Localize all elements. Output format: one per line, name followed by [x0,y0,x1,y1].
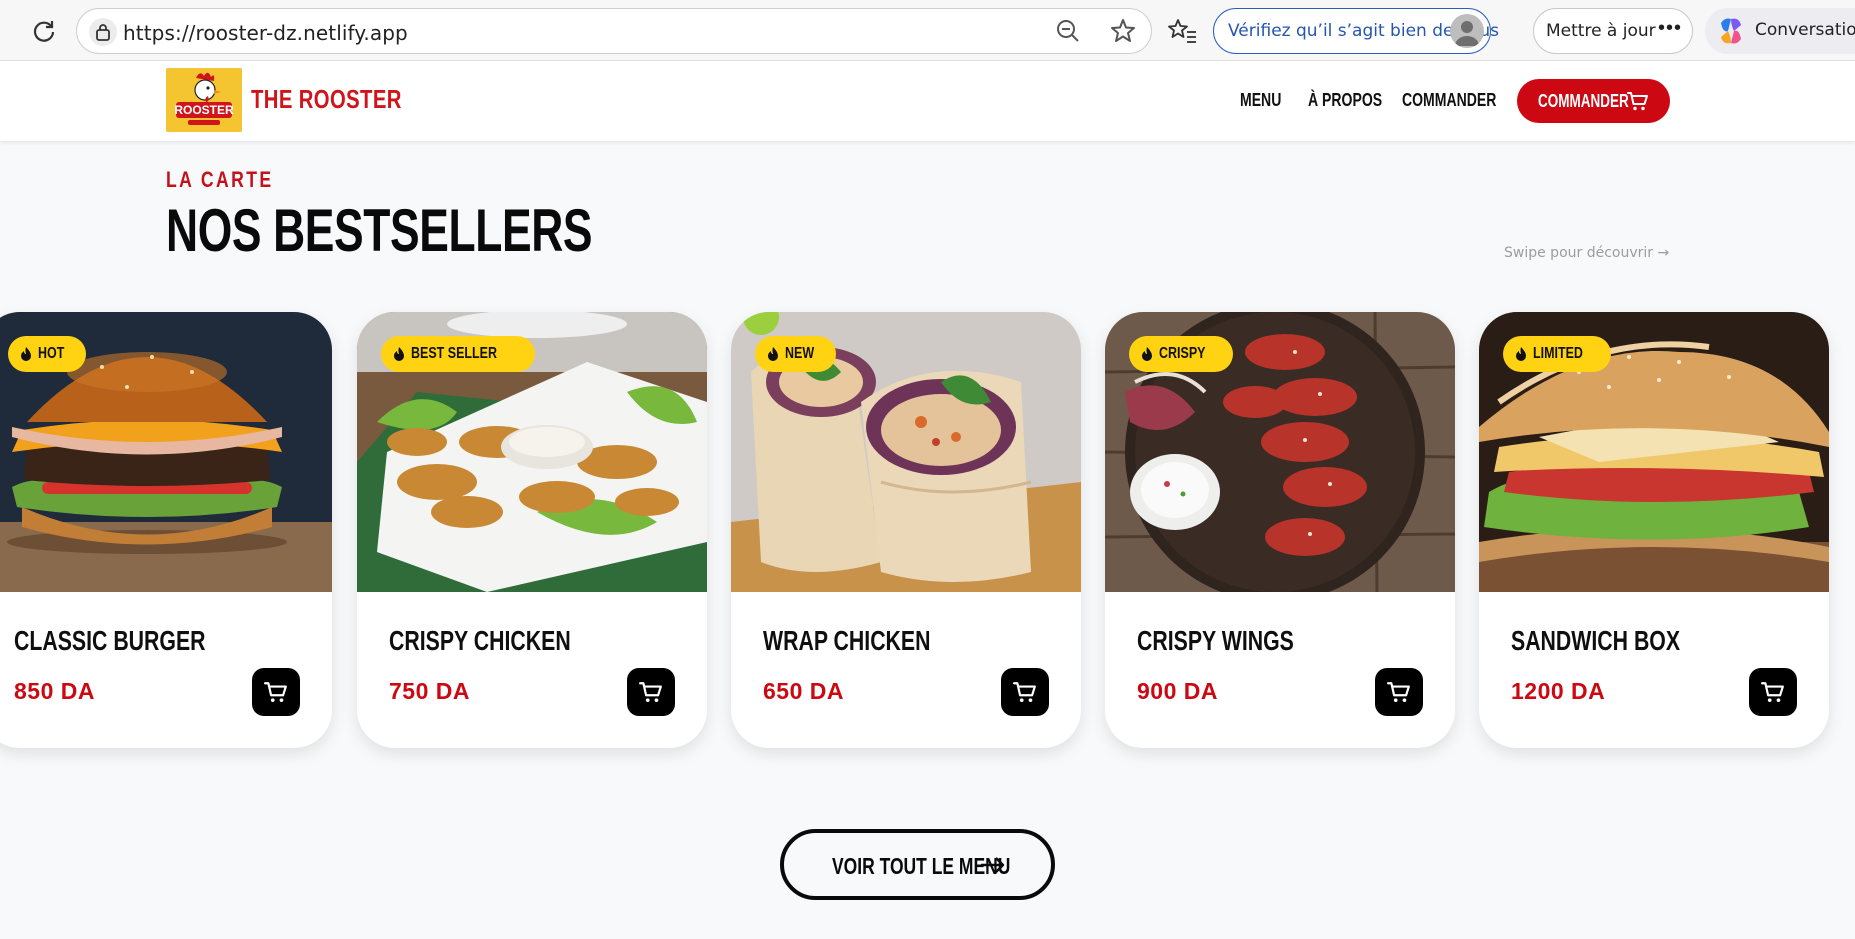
badge-label: BEST SELLER [411,345,497,362]
add-to-cart-button[interactable] [1001,668,1049,716]
update-label: Mettre à jour [1546,21,1656,41]
cart-icon [264,682,287,703]
profile-avatar-icon [1450,14,1484,48]
product-card[interactable]: BEST SELLER CRISPY CHICKEN 750 DA [357,312,707,748]
product-card[interactable]: HOT CLASSIC BURGER 850 DA [0,312,332,748]
add-to-cart-button[interactable] [1749,668,1797,716]
refresh-icon[interactable] [30,17,58,45]
flame-icon [21,346,31,361]
nav-about-link[interactable]: À PROPOS [1308,90,1382,111]
cart-icon [1761,682,1784,703]
badge-label: LIMITED [1533,345,1583,362]
browser-toolbar: https://rooster-dz.netlify.app Vérifiez … [0,0,1855,61]
product-price: 650 DA [763,678,844,704]
product-badge: HOT [8,336,86,372]
flame-icon [394,346,404,361]
product-name: CRISPY WINGS [1137,625,1294,656]
verify-identity-button[interactable]: Vérifiez qu’il s’agit bien de vous [1213,8,1499,54]
cart-icon [1013,682,1036,703]
swipe-hint: Swipe pour découvrir → [1504,245,1670,261]
nav-menu-link[interactable]: MENU [1240,90,1281,111]
product-name: CRISPY CHICKEN [389,625,571,656]
add-to-cart-button[interactable] [627,668,675,716]
product-card[interactable]: CRISPY CRISPY WINGS 900 DA [1105,312,1455,748]
view-full-menu-button[interactable]: VOIR TOUT LE MENU [780,829,1055,900]
flame-icon [1142,346,1152,361]
product-card[interactable]: LIMITED SANDWICH BOX 1200 DA [1479,312,1829,748]
nav-order-link[interactable]: COMMANDER [1402,90,1496,111]
add-to-cart-button[interactable] [1375,668,1423,716]
copilot-icon [1715,15,1747,47]
flame-icon [768,346,778,361]
copilot-button[interactable]: Conversation [1705,8,1855,54]
site-header: ROOSTER THE ROOSTER MENU À PROPOS COMMAN… [0,61,1855,141]
favorite-star-icon[interactable] [1109,17,1137,50]
logo-wordmark: ROOSTER [174,103,234,117]
product-price: 850 DA [14,678,95,704]
badge-label: CRISPY [1159,345,1206,362]
order-cta-label: COMMANDER [1538,91,1629,111]
product-card[interactable]: NEW WRAP CHICKEN 650 DA [731,312,1081,748]
favorites-list-icon[interactable] [1168,18,1198,49]
section-title: NOS BESTSELLERS [166,197,593,264]
cart-icon [1627,92,1648,111]
product-badge: LIMITED [1503,336,1611,372]
product-name: CLASSIC BURGER [14,625,206,656]
flame-icon [1516,346,1526,361]
section-eyebrow: LA CARTE [166,167,274,192]
rooster-logo[interactable]: ROOSTER [166,68,242,132]
cart-icon [639,682,662,703]
product-name: SANDWICH BOX [1511,625,1681,656]
badge-label: NEW [785,345,815,362]
product-price: 750 DA [389,678,470,704]
more-options-icon[interactable]: ••• [1658,17,1682,40]
brand-name[interactable]: THE ROOSTER [251,84,402,115]
product-name: WRAP CHICKEN [763,625,931,656]
product-badge: BEST SELLER [381,336,536,372]
product-price: 900 DA [1137,678,1218,704]
add-to-cart-button[interactable] [252,668,300,716]
arrow-right-icon [981,857,1005,873]
zoom-out-icon[interactable] [1055,18,1081,49]
badge-label: HOT [38,345,65,362]
product-price: 1200 DA [1511,678,1606,704]
lock-icon[interactable] [89,18,117,46]
update-browser-button[interactable]: Mettre à jour ••• [1533,8,1693,54]
cart-icon [1387,682,1410,703]
copilot-label: Conversation [1755,20,1855,40]
address-bar[interactable]: https://rooster-dz.netlify.app [76,8,1152,54]
product-badge: NEW [755,336,837,372]
product-badge: CRISPY [1129,336,1233,372]
order-cta-button[interactable]: COMMANDER [1517,79,1670,123]
url-text[interactable]: https://rooster-dz.netlify.app [123,21,408,45]
